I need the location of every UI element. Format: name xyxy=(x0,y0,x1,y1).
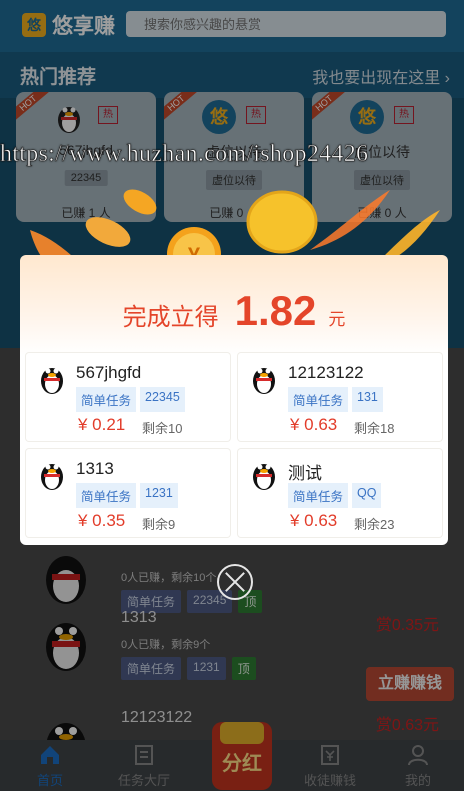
close-icon[interactable] xyxy=(217,564,253,600)
modal-amount: 1.82 xyxy=(234,287,317,334)
task-card[interactable]: 测试 简单任务 QQ ¥ 0.63 剩余23 xyxy=(238,449,442,537)
reward-modal: 完成立得 1.82 元 567jhgfd 简单任务 22345 ¥ 0.21 剩余10… xyxy=(20,255,448,545)
task-tags: 简单任务 1231 xyxy=(76,483,178,508)
qq-penguin-icon xyxy=(253,464,275,490)
task-card[interactable]: 12123122 简单任务 131 ¥ 0.63 剩余18 xyxy=(238,353,442,441)
qq-penguin-icon xyxy=(41,368,63,394)
task-name: 1313 xyxy=(76,459,114,478)
task-card[interactable]: 567jhgfd 简单任务 22345 ¥ 0.21 剩余10 xyxy=(26,353,230,441)
task-name: 567jhgfd xyxy=(76,363,142,382)
tag: 简单任务 xyxy=(288,483,349,508)
task-remain: 剩余18 xyxy=(354,421,395,436)
modal-title: 完成立得 1.82 元 xyxy=(20,287,448,335)
task-remain: 剩余9 xyxy=(142,517,176,532)
task-price: ¥ 0.63 xyxy=(290,511,338,530)
tag: 简单任务 xyxy=(76,483,137,508)
task-tags: 简单任务 131 xyxy=(288,387,383,412)
qq-penguin-icon xyxy=(41,464,63,490)
task-name: 测试 xyxy=(288,464,322,483)
task-remain: 剩余10 xyxy=(142,421,183,436)
tag: 22345 xyxy=(140,387,185,412)
modal-unit: 元 xyxy=(328,310,346,329)
task-remain: 剩余23 xyxy=(354,517,395,532)
task-price: ¥ 0.35 xyxy=(78,511,126,530)
tag: 1231 xyxy=(140,483,178,508)
watermark-text: https://www.huzhan.com/ishop24426 xyxy=(0,141,369,168)
task-price: ¥ 0.63 xyxy=(290,415,338,434)
tag: QQ xyxy=(352,483,382,508)
app-screen: 悠 悠享赚 热门推荐 我也要出现在这里 › HOT 热 567jhgfd 223… xyxy=(0,0,464,791)
task-grid: 567jhgfd 简单任务 22345 ¥ 0.21 剩余10 12123122 … xyxy=(26,353,444,539)
task-tags: 简单任务 QQ xyxy=(288,483,382,508)
task-price: ¥ 0.21 xyxy=(78,415,126,434)
task-card[interactable]: 1313 简单任务 1231 ¥ 0.35 剩余9 xyxy=(26,449,230,537)
qq-penguin-icon xyxy=(253,368,275,394)
task-name: 12123122 xyxy=(288,363,364,382)
tag: 简单任务 xyxy=(76,387,137,412)
tag: 131 xyxy=(352,387,383,412)
modal-prefix: 完成立得 xyxy=(122,304,219,331)
task-tags: 简单任务 22345 xyxy=(76,387,185,412)
tag: 简单任务 xyxy=(288,387,349,412)
